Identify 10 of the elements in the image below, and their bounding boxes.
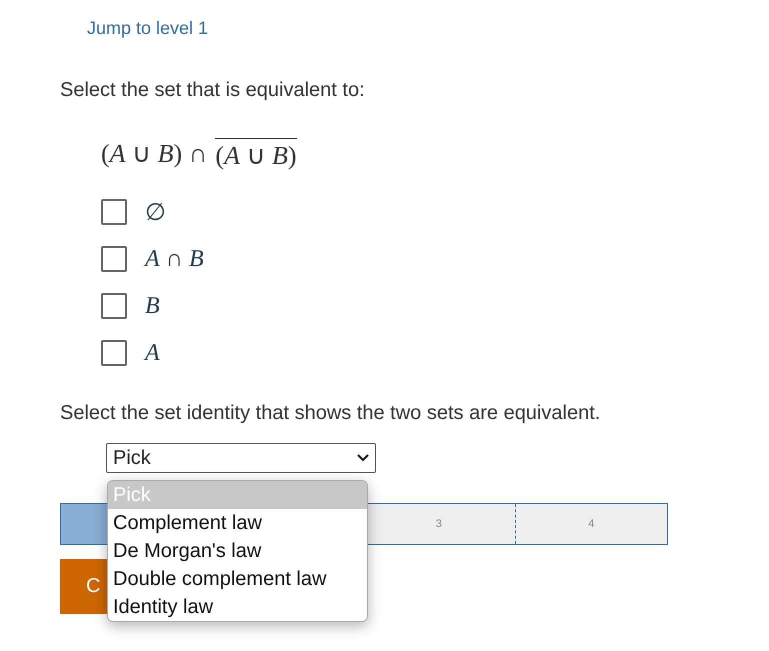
choice-label: A ∩ B [145,246,204,272]
choice-label: A [145,340,160,366]
choice-label: B [145,292,160,320]
segment-label: 3 [436,518,442,530]
math-expression: (A ∪ B) ∩ [101,138,208,170]
overlined-expression: (A ∪ B) [215,138,297,171]
choice-label: ∅ [145,198,166,226]
question-text: Select the set identity that shows the two sets are equivalent. [60,402,602,425]
segment-label: 4 [588,518,594,530]
question-text: Select the set that is equivalent to: [60,79,366,102]
